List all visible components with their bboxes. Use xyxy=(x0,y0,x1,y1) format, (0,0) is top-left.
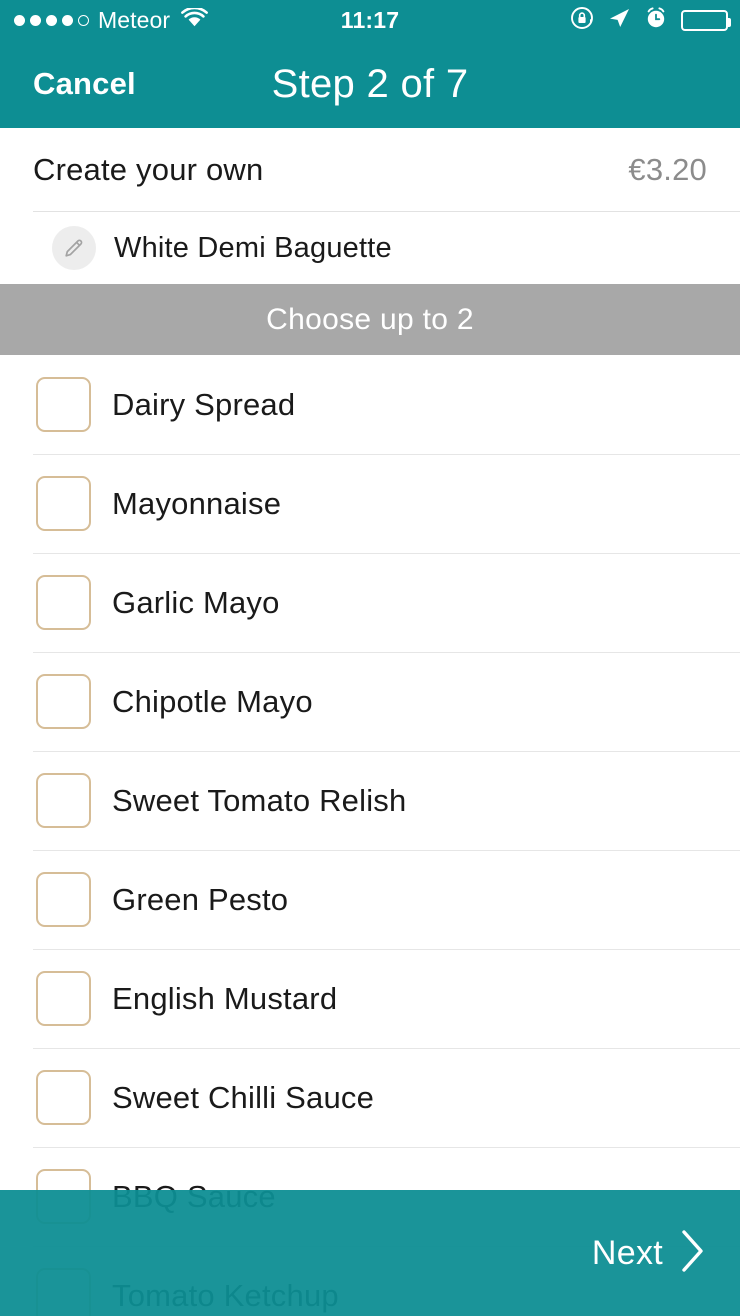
option-row[interactable]: Dairy Spread xyxy=(0,355,740,454)
options-list[interactable]: Dairy Spread Mayonnaise Garlic Mayo Chipotl… xyxy=(0,355,740,1316)
option-label: Garlic Mayo xyxy=(112,584,280,620)
option-row[interactable]: English Mustard xyxy=(0,949,740,1048)
battery-icon xyxy=(681,9,731,31)
option-checkbox[interactable] xyxy=(36,674,91,729)
option-row[interactable]: Sweet Chilli Sauce xyxy=(0,1048,740,1147)
next-button-label: Next xyxy=(591,1233,663,1272)
option-checkbox[interactable] xyxy=(36,971,91,1026)
alarm-clock-icon xyxy=(644,6,668,35)
choose-limit-label: Choose up to 2 xyxy=(266,302,474,336)
location-arrow-icon xyxy=(607,6,631,35)
option-checkbox[interactable] xyxy=(36,575,91,630)
option-label: English Mustard xyxy=(112,980,338,1016)
option-row[interactable]: Garlic Mayo xyxy=(0,553,740,652)
option-row[interactable]: Sweet Tomato Relish xyxy=(0,751,740,850)
bottom-action-bar: Next xyxy=(0,1190,740,1316)
option-row[interactable]: Green Pesto xyxy=(0,850,740,949)
option-checkbox[interactable] xyxy=(36,1070,91,1125)
product-name: Create your own xyxy=(33,151,264,187)
option-label: Sweet Chilli Sauce xyxy=(112,1079,375,1115)
option-label: Green Pesto xyxy=(112,881,289,917)
base-item-label: White Demi Baguette xyxy=(114,231,392,264)
option-checkbox[interactable] xyxy=(36,773,91,828)
status-bar: Meteor 11:17 xyxy=(0,0,740,40)
rotation-lock-icon xyxy=(570,6,594,35)
base-item-row[interactable]: White Demi Baguette xyxy=(0,212,740,284)
product-price: €3.20 xyxy=(628,151,707,187)
chevron-right-icon xyxy=(677,1228,707,1279)
choose-limit-banner: Choose up to 2 xyxy=(0,284,740,355)
option-row[interactable]: Mayonnaise xyxy=(0,454,740,553)
option-label: Dairy Spread xyxy=(112,386,296,422)
option-label: Sweet Tomato Relish xyxy=(112,782,407,818)
app-root: Meteor 11:17 Cancel Step 2 of 7 Create y… xyxy=(0,0,740,1316)
status-bar-right xyxy=(570,0,731,40)
option-checkbox[interactable] xyxy=(36,377,91,432)
pencil-icon[interactable] xyxy=(52,226,96,270)
product-header-row: Create your own €3.20 xyxy=(0,128,740,211)
option-checkbox[interactable] xyxy=(36,872,91,927)
next-button[interactable]: Next xyxy=(592,1228,707,1279)
cancel-button[interactable]: Cancel xyxy=(33,66,136,102)
option-checkbox[interactable] xyxy=(36,476,91,531)
option-label: Chipotle Mayo xyxy=(112,683,313,719)
navigation-bar: Cancel Step 2 of 7 xyxy=(0,40,740,128)
option-label: Mayonnaise xyxy=(112,485,282,521)
option-row[interactable]: Chipotle Mayo xyxy=(0,652,740,751)
